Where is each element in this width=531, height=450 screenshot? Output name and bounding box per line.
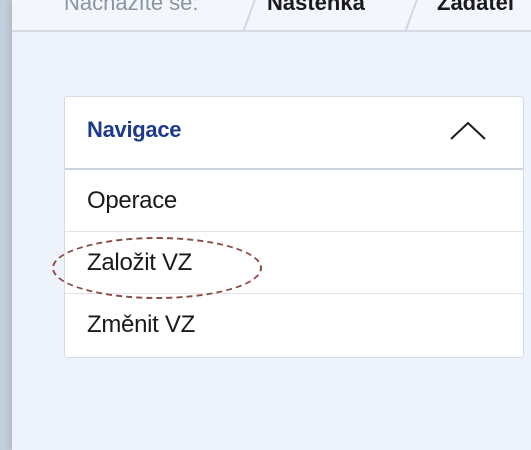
breadcrumb-label: Nacházíte se: <box>64 0 199 15</box>
breadcrumb-item-zadatel[interactable]: Žadatel <box>437 0 514 14</box>
collapse-toggle-button[interactable] <box>448 115 488 145</box>
breadcrumb: Nacházíte se: Nástěnka Žadatel <box>12 0 531 32</box>
left-rail <box>0 0 12 450</box>
breadcrumb-item-nastenka[interactable]: Nástěnka <box>267 0 365 14</box>
navigation-panel: Navigace Operace Založit VZ Změnit VZ <box>64 96 524 358</box>
navigation-title: Navigace <box>87 117 182 142</box>
nav-item-label: Změnit VZ <box>87 311 195 338</box>
breadcrumb-separator <box>402 0 420 30</box>
nav-item-operace[interactable]: Operace <box>65 170 523 232</box>
nav-item-label: Operace <box>87 187 177 214</box>
nav-item-zalozit-vz[interactable]: Založit VZ <box>65 232 523 294</box>
breadcrumb-separator <box>240 0 258 30</box>
chevron-up-icon <box>450 121 486 140</box>
nav-item-zmenit-vz[interactable]: Změnit VZ <box>65 294 523 356</box>
nav-item-label: Založit VZ <box>87 249 193 276</box>
main-content: Nacházíte se: Nástěnka Žadatel Navigace … <box>12 0 531 450</box>
navigation-header: Navigace <box>65 97 523 170</box>
